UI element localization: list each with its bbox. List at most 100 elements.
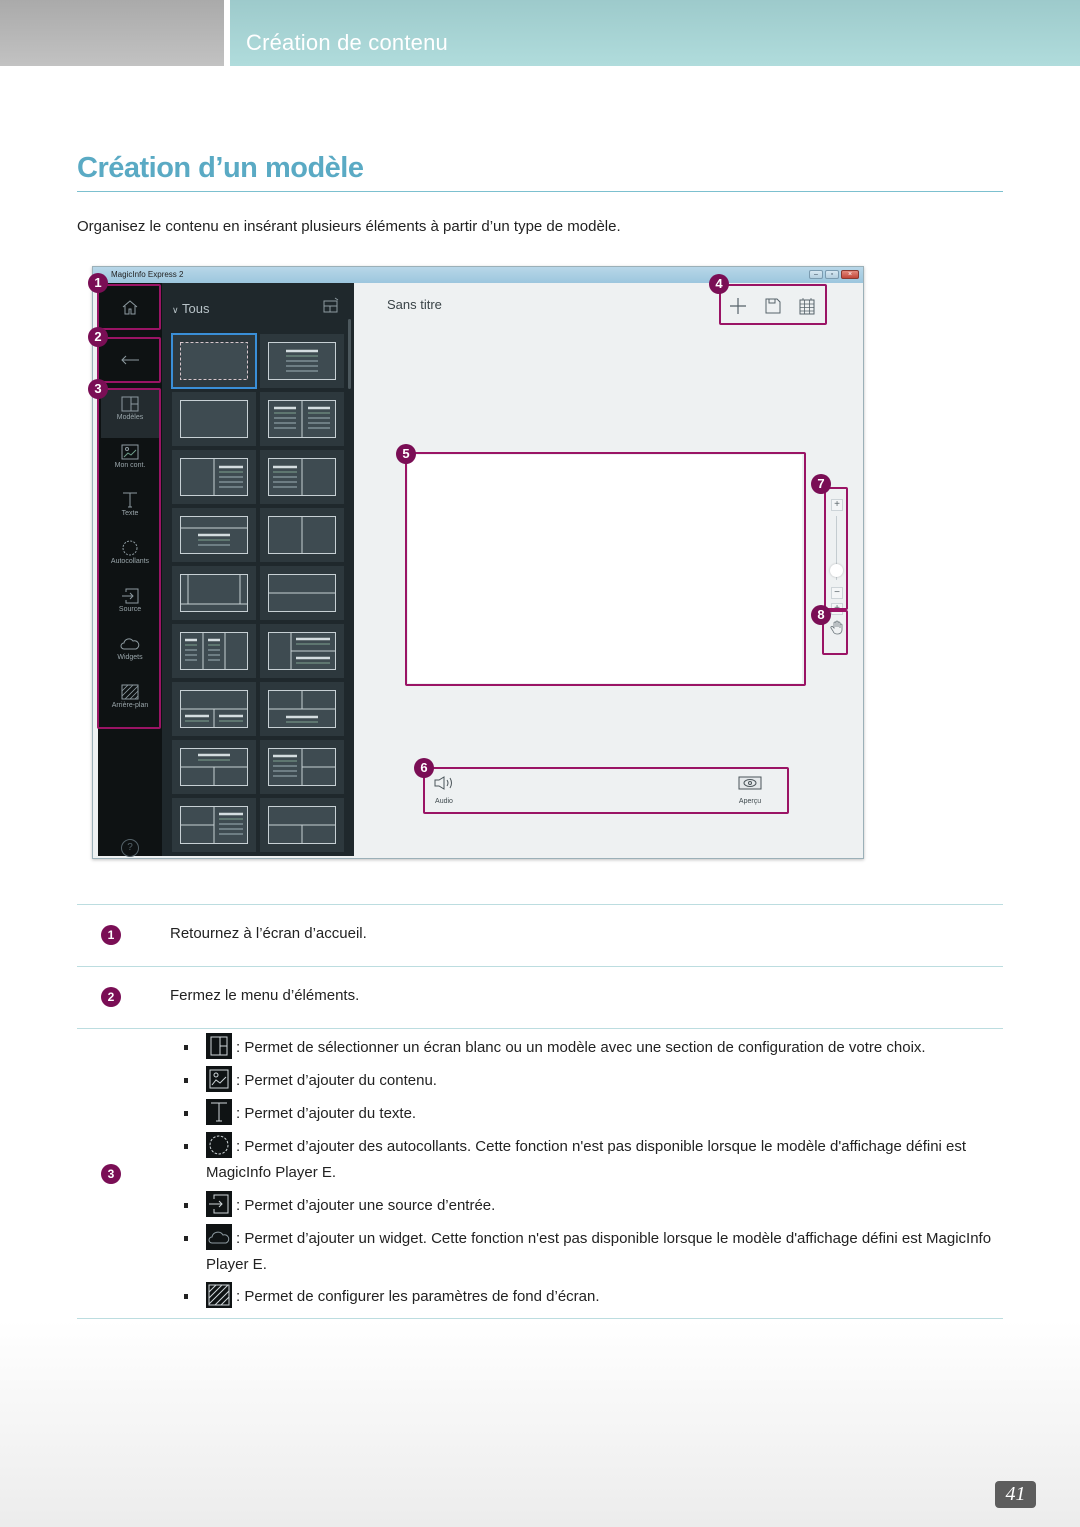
template-thumbnail [180, 458, 248, 496]
template-card-two-row[interactable] [260, 566, 344, 620]
layout-icon [206, 1033, 232, 1060]
template-thumbnail [180, 690, 248, 728]
filter-label: Tous [181, 301, 210, 316]
callout-box-back [97, 337, 161, 383]
title-divider [77, 191, 1003, 192]
feature-text: : Permet de sélectionner un écran blanc … [236, 1039, 926, 1056]
template-thumbnail [268, 632, 336, 670]
maximize-button[interactable]: ▫ [825, 270, 839, 279]
callout-box-home [97, 284, 161, 330]
background-icon [206, 1282, 232, 1309]
page-number: 41 [995, 1481, 1036, 1508]
callout-badge: 6 [414, 758, 434, 778]
callout-box-toolbar [719, 284, 827, 325]
template-card-left-text-right-image[interactable] [260, 450, 344, 504]
callout-badge: 7 [811, 474, 831, 494]
template-card-single[interactable] [172, 392, 256, 446]
template-card-three-col-text[interactable] [172, 624, 256, 678]
cloud-icon [206, 1224, 232, 1251]
template-thumbnail [180, 806, 248, 844]
bullet [184, 1111, 188, 1116]
template-scrollbar[interactable] [348, 319, 351, 389]
table-rule [77, 1028, 1003, 1029]
page-title: Création d’un modèle [77, 152, 364, 184]
callout-badge: 5 [396, 444, 416, 464]
feature-item: : Permet d’ajouter une source d’entrée. [184, 1191, 996, 1219]
template-card-three-col-footer[interactable] [172, 566, 256, 620]
bullet [184, 1203, 188, 1208]
feature-item: : Permet de sélectionner un écran blanc … [184, 1033, 996, 1061]
layout-toggle-button[interactable] [323, 297, 341, 318]
template-card-top-two-bottom-split[interactable] [260, 798, 344, 852]
row-badge: 1 [101, 925, 121, 945]
template-thumbnail [180, 748, 248, 786]
window-titlebar: MagicInfo Express 2 – ▫ × [93, 267, 863, 283]
feature-text: : Permet d’ajouter du contenu. [236, 1072, 437, 1089]
minimize-button[interactable]: – [809, 270, 823, 279]
section-header: Création de contenu [230, 0, 1080, 66]
template-thumbnail [268, 342, 336, 380]
feature-text: : Permet de configurer les paramètres de… [236, 1288, 600, 1305]
template-card-header-body[interactable] [172, 508, 256, 562]
template-card-top-two-cols-bottom[interactable] [260, 682, 344, 736]
section-title: Création de contenu [246, 30, 448, 55]
template-thumbnail [268, 748, 336, 786]
description-text: Fermez le menu d’éléments. [170, 987, 360, 1004]
bullet [184, 1294, 188, 1299]
feature-item: : Permet d’ajouter des autocollants. Cet… [184, 1132, 996, 1185]
template-thumbnail [180, 516, 248, 554]
feature-item: : Permet d’ajouter du texte. [184, 1099, 996, 1127]
template-card-top-two-bottom[interactable] [172, 682, 256, 736]
header-grey-block [0, 0, 224, 66]
source-icon [206, 1191, 232, 1218]
description-text: Retournez à l’écran d’accueil. [170, 925, 367, 942]
bullet [184, 1078, 188, 1083]
callout-badge: 4 [709, 274, 729, 294]
callout-box-nav [97, 388, 161, 729]
intro-text: Organisez le contenu en insérant plusieu… [77, 218, 621, 235]
bullet [184, 1236, 188, 1241]
table-rule [77, 904, 1003, 905]
feature-text: : Permet d’ajouter du texte. [236, 1105, 417, 1122]
template-card-two-col-text[interactable] [260, 392, 344, 446]
callout-badge: 3 [88, 379, 108, 399]
template-card-top-bottom-two[interactable] [172, 740, 256, 794]
template-card-text-left-two-right[interactable] [260, 740, 344, 794]
feature-item: : Permet de configurer les paramètres de… [184, 1282, 996, 1310]
template-panel: ∨ Tous [162, 283, 354, 856]
callout-box-canvas [405, 452, 806, 686]
help-button[interactable]: ? [121, 839, 139, 857]
template-thumbnail [268, 400, 336, 438]
template-card-left-two-right-text[interactable] [260, 624, 344, 678]
template-thumbnail [268, 458, 336, 496]
template-thumbnail [268, 516, 336, 554]
callout-box-bottom-bar [423, 767, 789, 814]
feature-text: : Permet d’ajouter une source d’entrée. [236, 1197, 496, 1214]
template-card-title-lines[interactable] [260, 334, 344, 388]
feature-text: : Permet d’ajouter un widget. Cette fonc… [206, 1230, 992, 1274]
template-card-left-image-right-text[interactable] [172, 450, 256, 504]
image-icon [206, 1066, 232, 1093]
callout-badge: 2 [88, 327, 108, 347]
filter-dropdown[interactable]: ∨ Tous [172, 301, 209, 316]
template-thumbnail [180, 400, 248, 438]
feature-item: : Permet d’ajouter un widget. Cette fonc… [184, 1224, 996, 1277]
template-card-two-left-text-right[interactable] [172, 798, 256, 852]
bullet [184, 1144, 188, 1149]
template-thumbnail [180, 574, 248, 612]
close-button[interactable]: × [841, 270, 859, 279]
template-card-two-col[interactable] [260, 508, 344, 562]
callout-badge: 1 [88, 273, 108, 293]
template-card-blank[interactable] [171, 333, 257, 389]
feature-text: : Permet d’ajouter des autocollants. Cet… [206, 1138, 967, 1182]
table-rule [77, 966, 1003, 967]
chevron-down-icon: ∨ [172, 305, 179, 315]
document-title[interactable]: Sans titre [387, 297, 442, 312]
layout-icon [323, 297, 339, 313]
window-title: MagicInfo Express 2 [111, 270, 184, 279]
template-thumbnail [268, 690, 336, 728]
table-rule [77, 1318, 1003, 1319]
template-thumbnail [268, 574, 336, 612]
text-icon [206, 1099, 232, 1126]
template-thumbnail [268, 806, 336, 844]
